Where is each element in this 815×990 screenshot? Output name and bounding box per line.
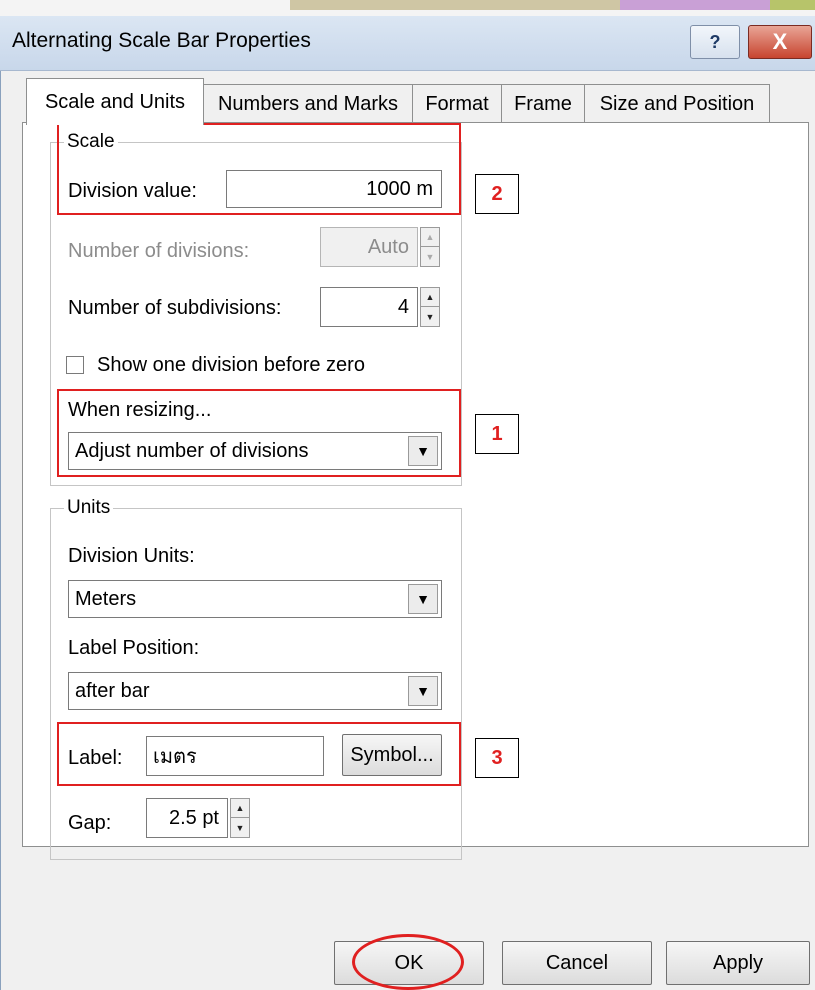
tab-numbers-and-marks[interactable]: Numbers and Marks (203, 84, 413, 123)
gap-label: Gap: (68, 812, 112, 834)
cancel-button[interactable]: Cancel (502, 941, 652, 985)
units-group-legend: Units (64, 497, 114, 519)
help-button[interactable]: ? (690, 25, 740, 59)
label-position-label: Label Position: (68, 637, 200, 659)
tab-size-and-position[interactable]: Size and Position (584, 84, 770, 123)
close-button[interactable]: X (748, 25, 812, 59)
help-icon: ? (709, 31, 721, 52)
division-units-label: Division Units: (68, 545, 195, 567)
annotation-box-3 (57, 722, 461, 786)
spin-up-icon[interactable]: ▲ (421, 228, 439, 247)
division-units-select[interactable]: Meters ▼ (68, 580, 442, 618)
show-one-division-checkbox[interactable] (66, 356, 84, 374)
division-units-value: Meters (75, 587, 137, 610)
number-of-subdivisions-label: Number of subdivisions: (68, 297, 282, 319)
tab-scale-and-units[interactable]: Scale and Units (26, 78, 204, 125)
number-of-divisions-label: Number of divisions: (68, 240, 250, 262)
spin-up-icon[interactable]: ▲ (421, 288, 439, 307)
tab-format[interactable]: Format (412, 84, 502, 123)
spin-up-icon[interactable]: ▲ (231, 799, 249, 818)
annotation-box-1 (57, 389, 461, 477)
annotation-box-2 (57, 123, 461, 215)
annotation-badge-2: 2 (475, 174, 519, 214)
apply-button[interactable]: Apply (666, 941, 810, 985)
annotation-oval-ok (352, 934, 464, 990)
label-position-value: after bar (75, 679, 150, 702)
annotation-badge-3: 3 (475, 738, 519, 778)
spin-down-icon[interactable]: ▼ (421, 307, 439, 326)
background-strip (0, 0, 815, 16)
dropdown-arrow-icon[interactable]: ▼ (408, 584, 438, 614)
annotation-badge-1: 1 (475, 414, 519, 454)
tab-frame[interactable]: Frame (501, 84, 585, 123)
show-one-division-label: Show one division before zero (97, 354, 365, 376)
number-of-subdivisions-stepper[interactable]: ▲ ▼ (420, 287, 440, 327)
spin-down-icon[interactable]: ▼ (231, 818, 249, 837)
label-position-select[interactable]: after bar ▼ (68, 672, 442, 710)
dropdown-arrow-icon[interactable]: ▼ (408, 676, 438, 706)
gap-input[interactable]: 2.5 pt (146, 798, 228, 838)
number-of-subdivisions-input[interactable]: 4 (320, 287, 418, 327)
number-of-divisions-stepper[interactable]: ▲ ▼ (420, 227, 440, 267)
window-title: Alternating Scale Bar Properties (12, 29, 311, 52)
close-icon: X (772, 29, 788, 54)
gap-stepper[interactable]: ▲ ▼ (230, 798, 250, 838)
number-of-divisions-input[interactable]: Auto (320, 227, 418, 267)
spin-down-icon[interactable]: ▼ (421, 247, 439, 266)
